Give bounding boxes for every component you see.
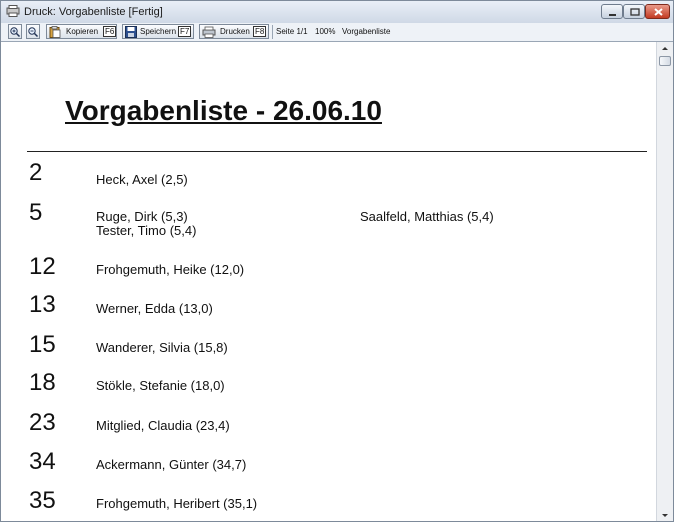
row-number: 18 [29,369,56,396]
zoom-in-button[interactable] [8,24,22,39]
title-bar[interactable]: Druck: Vorgabenliste [Fertig] [1,1,673,24]
maximize-button[interactable] [623,4,645,19]
row-number: 5 [29,199,43,226]
page-info: Seite 1/1 [276,27,308,36]
scroll-thumb[interactable] [659,56,671,66]
row-number: 15 [29,331,56,358]
title-divider [27,151,647,152]
print-shortcut: F8 [253,26,267,37]
row-number: 13 [29,291,56,318]
zoom-in-icon [10,27,21,38]
save-shortcut: F7 [178,26,192,37]
printer-icon [202,26,216,38]
copy-shortcut: F6 [103,26,117,37]
close-button[interactable] [645,4,670,19]
printer-window-icon [6,5,20,17]
list-item: Werner, Edda (13,0) [96,301,213,316]
list-item: Frohgemuth, Heike (12,0) [96,262,245,277]
scroll-down-arrow-icon[interactable] [657,509,673,522]
list-item: Ackermann, Günter (34,7) [96,457,247,472]
list-item: Stökle, Stefanie (18,0) [96,378,225,393]
close-icon [654,8,663,16]
print-preview-window: Druck: Vorgabenliste [Fertig] Kopieren F… [0,0,674,522]
row-number: 12 [29,253,56,280]
row-number: 2 [29,159,43,186]
zoom-out-button[interactable] [26,24,40,39]
floppy-disk-icon [125,26,137,38]
list-item: Ruge, Dirk (5,3) [96,209,188,224]
document-page: Vorgabenliste - 26.06.10 2 Heck, Axel (2… [1,42,656,521]
minimize-button[interactable] [601,4,623,19]
toolbar: Kopieren F6 Speichern F7 Drucken F8 Seit… [1,23,673,42]
window-title: Druck: Vorgabenliste [Fertig] [24,6,163,18]
list-item: Wanderer, Silvia (15,8) [96,340,228,355]
row-number: 23 [29,409,56,436]
vertical-scrollbar[interactable] [656,42,673,522]
toolbar-separator [272,25,273,39]
scroll-up-arrow-icon[interactable] [657,42,673,56]
copy-button[interactable]: Kopieren F6 [46,24,117,39]
copy-icon [49,26,61,38]
list-item: Mitglied, Claudia (23,4) [96,418,230,433]
save-button[interactable]: Speichern F7 [122,24,194,39]
list-item: Saalfeld, Matthias (5,4) [360,209,494,224]
minimize-icon [609,14,616,16]
print-label: Drucken [220,27,250,36]
page-title: Vorgabenliste - 26.06.10 [65,95,382,126]
list-item: Tester, Timo (5,4) [96,223,197,238]
document-name: Vorgabenliste [342,27,391,36]
zoom-out-icon [28,27,39,38]
list-item: Heck, Axel (2,5) [96,172,188,187]
row-number: 34 [29,448,56,475]
zoom-level: 100% [315,27,336,36]
save-label: Speichern [140,27,177,36]
list-item: Frohgemuth, Heribert (35,1) [96,496,258,511]
row-number: 35 [29,487,56,514]
copy-label: Kopieren [66,27,99,36]
maximize-icon [630,8,640,16]
print-button[interactable]: Drucken F8 [199,24,269,39]
